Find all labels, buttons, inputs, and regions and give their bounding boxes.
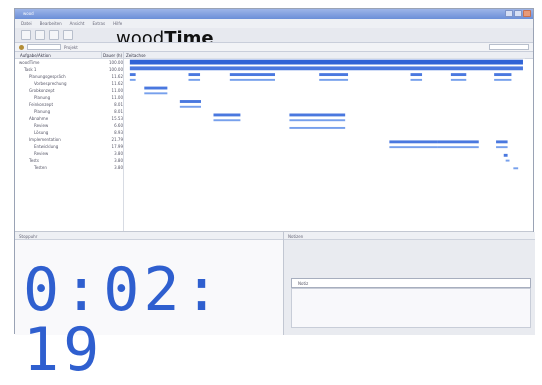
bar-plan5 [410, 73, 423, 77]
menu-extras[interactable]: Extras [92, 21, 105, 26]
notes-panel: Notizen Notiz [284, 232, 535, 335]
open-button[interactable] [35, 30, 45, 40]
bar-plan2 [188, 73, 201, 77]
bar-abn5 [289, 126, 346, 129]
bar-test2 [505, 159, 510, 162]
filter-select[interactable] [489, 44, 529, 50]
bar-plan8 [129, 78, 136, 81]
bar-impl2 [437, 140, 479, 144]
bar-plan3 [229, 73, 275, 77]
notes-entry-label: Notiz [298, 281, 309, 286]
bar-test1 [503, 153, 508, 157]
bar-plan10 [229, 78, 275, 81]
menu-file[interactable]: Datei [21, 21, 32, 26]
bar-impl6 [496, 146, 508, 149]
print-button[interactable] [63, 30, 73, 40]
bar-total [129, 59, 523, 65]
app-window: wood Datei Bearbeiten Ansicht Extras Hil… [14, 8, 535, 380]
bar-abn4 [289, 119, 346, 122]
maximize-button[interactable] [514, 10, 522, 17]
bar-test3 [513, 167, 519, 170]
notes-panel-header [284, 232, 535, 240]
bar-abn2 [213, 119, 241, 122]
gantt-view: Aufgabe/Aktion Dauer (h) Zeitachse woodT… [15, 52, 533, 232]
save-button[interactable] [49, 30, 59, 40]
bar-task1 [129, 66, 523, 71]
notes-area[interactable] [291, 288, 531, 328]
project-icon [19, 44, 24, 50]
bar-plan9 [188, 78, 201, 81]
bar-impl1 [389, 140, 438, 144]
notes-entry[interactable]: Notiz [291, 278, 531, 288]
filter-bar: Projekt [15, 42, 533, 52]
stopwatch-title: Stoppuhr [19, 234, 38, 239]
bar-fein1 [179, 100, 201, 103]
clock-display: 0:02: 19 [23, 260, 283, 380]
stopwatch-panel-header [15, 232, 283, 240]
menu-edit[interactable]: Bearbeiten [40, 21, 62, 26]
bar-plan12 [410, 78, 423, 81]
filter-label: Projekt [64, 44, 78, 50]
bar-grob1 [144, 86, 168, 90]
stopwatch-panel: Stoppuhr 0:02: 19 [15, 232, 284, 380]
clock-value: 0:02: 19 [23, 255, 224, 385]
bar-abn3 [289, 113, 346, 117]
toolbar [15, 28, 533, 42]
bar-plan11 [319, 78, 349, 81]
bar-impl3 [389, 146, 438, 149]
window-controls [505, 10, 531, 17]
bar-impl5 [496, 140, 508, 144]
menu-view[interactable]: Ansicht [70, 21, 85, 26]
bar-plan6 [450, 73, 467, 77]
bar-plan14 [494, 78, 512, 81]
bar-plan7 [494, 73, 512, 77]
new-button[interactable] [21, 30, 31, 40]
bar-fein2 [179, 105, 201, 108]
menu-bar: Datei Bearbeiten Ansicht Extras Hilfe [15, 19, 533, 28]
gantt-bars [129, 58, 525, 225]
bar-plan4 [319, 73, 349, 77]
close-button[interactable] [523, 10, 531, 17]
window-title: wood [23, 11, 34, 16]
project-select[interactable] [27, 44, 61, 50]
title-bar: wood [15, 9, 533, 19]
bar-abn1 [213, 113, 241, 117]
minimize-button[interactable] [505, 10, 513, 17]
bar-plan13 [450, 78, 467, 81]
bar-impl4 [437, 146, 479, 149]
bar-plan1 [129, 73, 136, 77]
notes-title: Notizen [288, 234, 304, 239]
menu-help[interactable]: Hilfe [113, 21, 122, 26]
bar-grob2 [144, 92, 168, 95]
